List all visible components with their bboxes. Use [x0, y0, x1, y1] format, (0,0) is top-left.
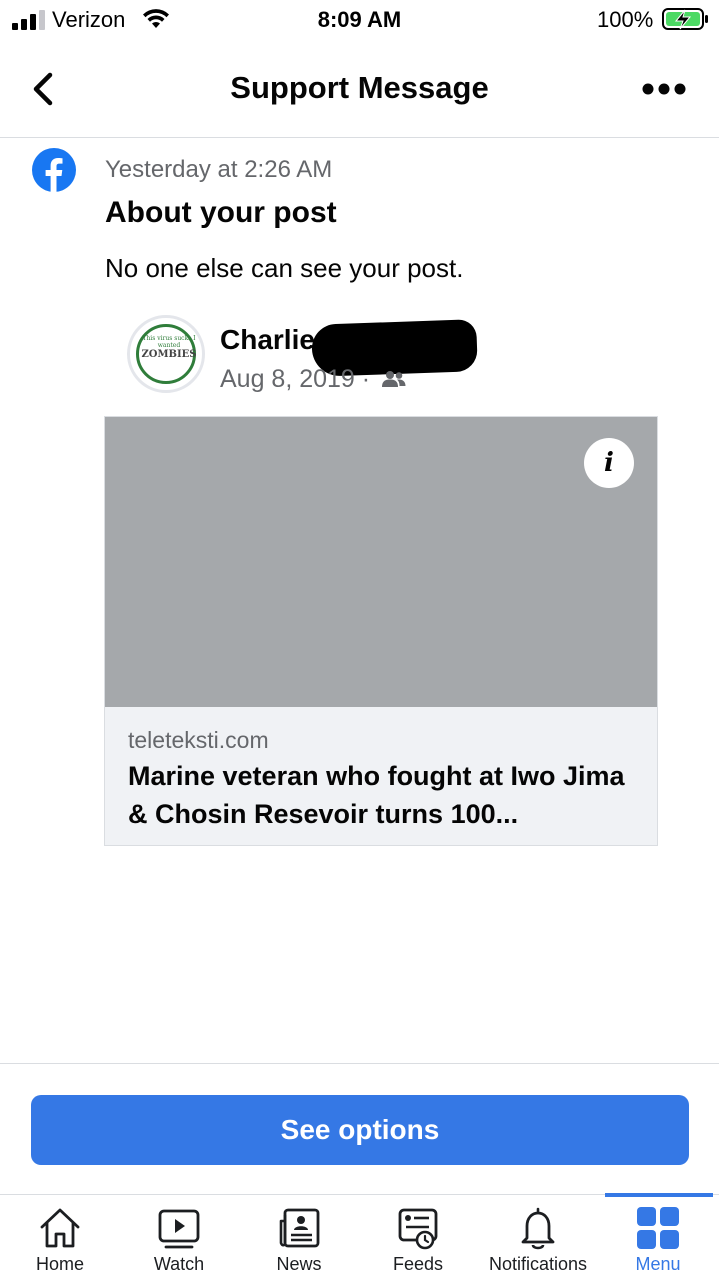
carrier-name: Verizon [52, 7, 126, 32]
divider [0, 1063, 719, 1064]
tab-notifications[interactable]: Notifications [478, 1195, 598, 1279]
tab-feeds[interactable]: Feeds [358, 1195, 478, 1279]
info-icon[interactable]: i [584, 438, 634, 488]
tab-watch[interactable]: Watch [119, 1195, 239, 1279]
tab-label: Home [35, 1254, 84, 1274]
tab-menu[interactable]: Menu [598, 1195, 718, 1279]
status-bar: Verizon 8:09 AM 100% [0, 0, 719, 40]
avatar-badge: This virus sucks I wanted ZOMBIES [136, 324, 197, 384]
home-icon [40, 1208, 80, 1248]
tab-label: Watch [153, 1254, 205, 1274]
link-title[interactable]: Marine veteran who fought at Iwo Jima & … [128, 757, 628, 833]
bottom-tab-bar: Home Watch News Feeds Notifications Menu [0, 1193, 719, 1279]
page-title: Support Message [230, 70, 489, 105]
feeds-icon [398, 1208, 438, 1250]
battery-charging-icon [662, 8, 708, 30]
author-avatar[interactable]: This virus sucks I wanted ZOMBIES [127, 315, 205, 393]
news-icon [279, 1208, 320, 1248]
post-date: Aug 8, 2019 · [220, 365, 371, 393]
tab-label: Feeds [392, 1254, 444, 1274]
bell-icon [521, 1207, 555, 1250]
link-preview-image[interactable]: i [105, 417, 657, 707]
message-body: No one else can see your post. [105, 253, 464, 283]
tab-label: News [276, 1254, 322, 1274]
more-options-icon[interactable] [638, 74, 690, 104]
see-options-button[interactable]: See options [31, 1095, 689, 1165]
tab-label: Notifications [488, 1254, 588, 1274]
watch-icon [158, 1209, 200, 1249]
link-preview-card[interactable]: i teleteksti.com Marine veteran who foug… [104, 416, 658, 846]
avatar-caption: This virus sucks I wanted [142, 335, 196, 349]
message-title: About your post [105, 196, 337, 229]
menu-grid-icon [637, 1207, 679, 1249]
tab-label: Menu [635, 1254, 681, 1274]
link-domain: teleteksti.com [128, 727, 269, 753]
avatar-logo-text: ZOMBIES [141, 349, 197, 360]
navigation-header: Support Message [0, 52, 719, 138]
message-timestamp: Yesterday at 2:26 AM [105, 156, 333, 183]
author-name[interactable]: Charlie [220, 324, 315, 356]
wifi-icon [143, 9, 169, 28]
facebook-logo-icon [32, 148, 76, 192]
signal-icon [12, 10, 45, 30]
friends-icon [382, 371, 406, 387]
battery-percentage: 100% [597, 7, 654, 32]
back-icon[interactable] [24, 68, 64, 110]
tab-home[interactable]: Home [0, 1195, 120, 1279]
tab-news[interactable]: News [239, 1195, 359, 1279]
